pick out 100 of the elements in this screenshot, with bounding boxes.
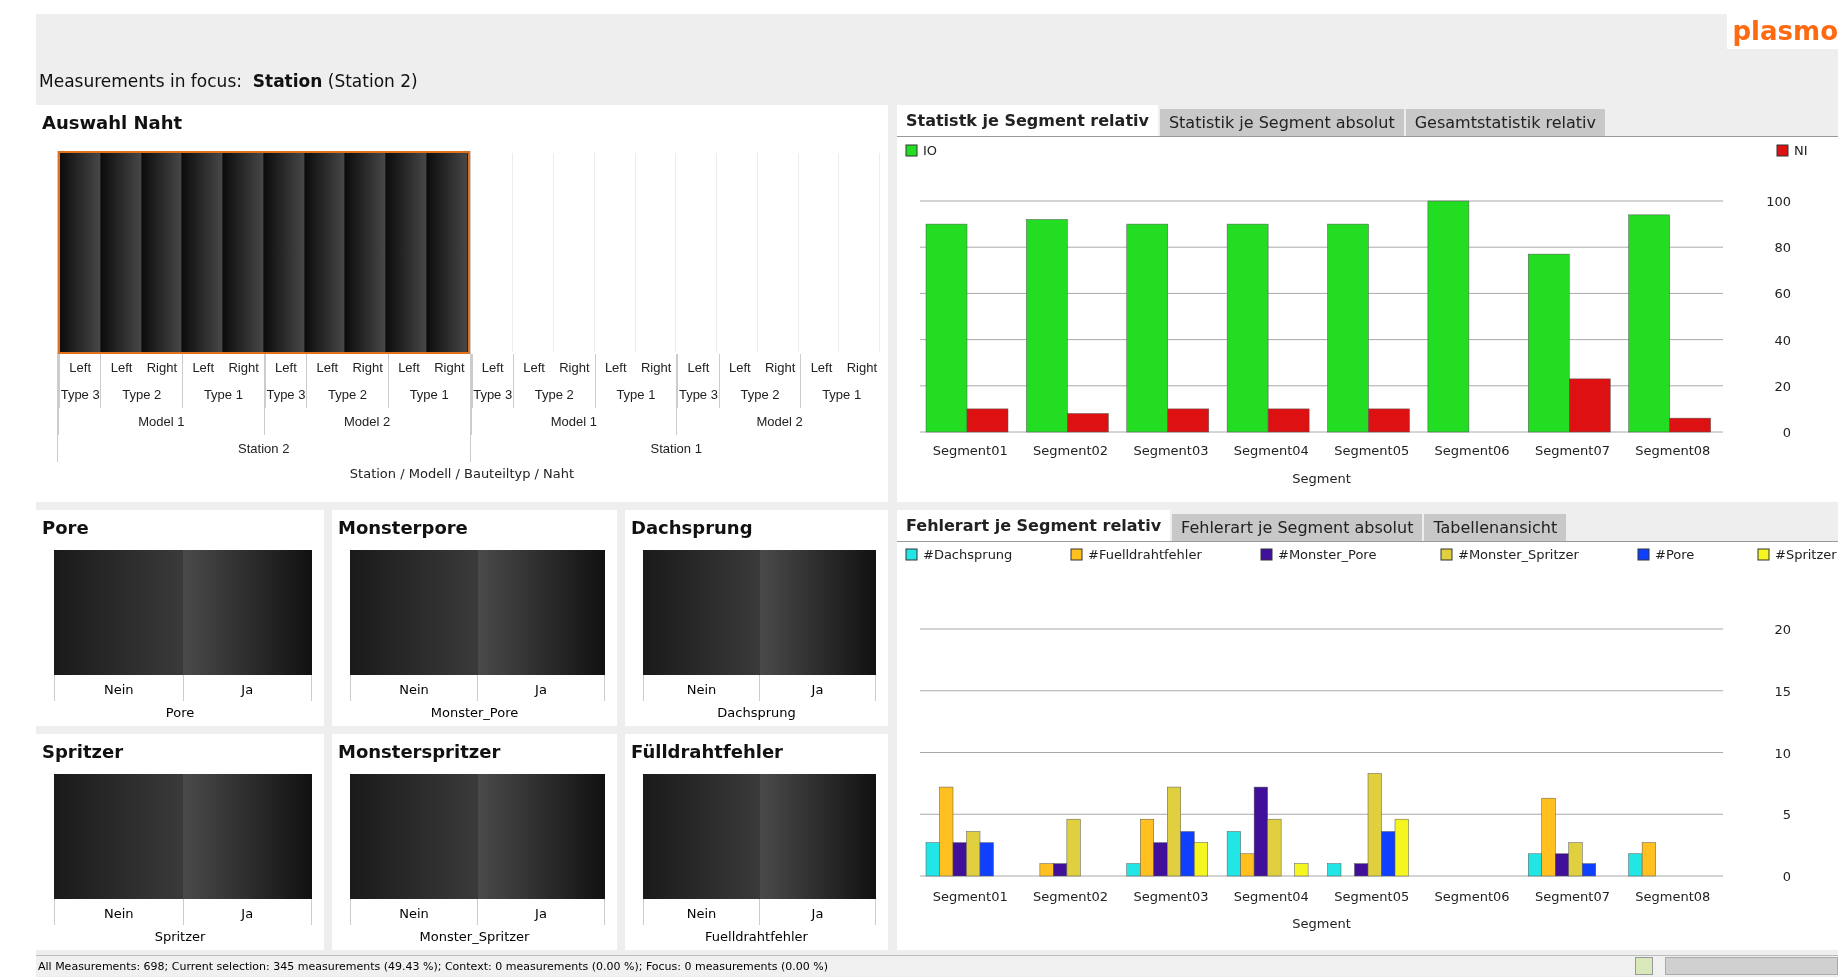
axis-tick-label: 20 bbox=[1774, 378, 1791, 394]
tab[interactable]: Statistk je Segment relativ bbox=[897, 105, 1158, 136]
status-text: All Measurements: 698; Current selection: 345 measurements (49.43 %); Context: 0 measurements (0.00 %); Focus: 0 measurements (0.00 %) bbox=[37, 959, 830, 973]
legend-label: #Fuelldrahtfehler bbox=[1088, 547, 1202, 562]
status-icon[interactable] bbox=[1635, 957, 1653, 975]
axis-category-label: Type 3 bbox=[265, 386, 307, 404]
axis-category-label: Ja bbox=[477, 675, 605, 701]
axis-category-label: Left bbox=[522, 359, 546, 377]
axis-category-label: Nein bbox=[643, 899, 759, 925]
axis-category-label: Type 3 bbox=[472, 386, 513, 404]
tab[interactable]: Gesamtstatistik relativ bbox=[1405, 109, 1605, 136]
axis-category-label: Segment03 bbox=[1133, 889, 1209, 904]
axis-category-label: Type 2 bbox=[533, 386, 575, 404]
axis-category-label: Station 2 bbox=[237, 440, 291, 458]
axis-category-label: Type 1 bbox=[615, 386, 657, 404]
axis-category-label: Right bbox=[639, 359, 673, 377]
axis-tick-label: 40 bbox=[1774, 332, 1791, 348]
axis-tick-label: 60 bbox=[1774, 286, 1791, 302]
legend-label: IO bbox=[923, 143, 938, 158]
legend-label: #Spritzer bbox=[1775, 547, 1837, 562]
seam-bar-drawing[interactable] bbox=[58, 151, 470, 354]
axis-category-label: Right bbox=[558, 359, 591, 377]
axis-tick-label: 15 bbox=[1774, 683, 1791, 699]
axis-category-label: Nein bbox=[643, 675, 759, 701]
axis-category-label: Type 2 bbox=[739, 386, 781, 404]
axis-category-label: Segment05 bbox=[1334, 443, 1410, 458]
axis-category-label: Type 1 bbox=[202, 386, 244, 404]
axis-category-label: Left bbox=[686, 359, 711, 377]
axis-title: Station / Modell / Bauteiltyp / Naht bbox=[348, 466, 576, 481]
axis-category-label: Ja bbox=[759, 675, 876, 701]
axis-category-label: Segment03 bbox=[1133, 443, 1209, 458]
axis-category-label: Right bbox=[433, 359, 466, 377]
axis-title: Spritzer bbox=[153, 929, 207, 944]
axis-category-label: Left bbox=[315, 359, 340, 377]
axis-title: Monster_Pore bbox=[429, 705, 520, 720]
tab[interactable]: Tabellenansicht bbox=[1424, 514, 1567, 541]
axis-title: Pore bbox=[164, 705, 196, 720]
axis-category-label: Ja bbox=[759, 899, 876, 925]
panel-title: Monsterpore bbox=[337, 516, 469, 538]
axis-title: Segment bbox=[1292, 471, 1351, 486]
axis-category-label: Type 1 bbox=[408, 386, 450, 404]
axis-category-label: Type 2 bbox=[121, 386, 163, 404]
axis-category-label: Segment08 bbox=[1635, 889, 1711, 904]
axis-category-label: Nein bbox=[350, 675, 477, 701]
axis-title: Monster_Spritzer bbox=[418, 929, 531, 944]
legend-label: #Monster_Pore bbox=[1278, 547, 1377, 562]
axis-category-label: Segment02 bbox=[1033, 889, 1109, 904]
axis-category-label: Left bbox=[397, 359, 421, 377]
axis-category-label: Segment04 bbox=[1233, 889, 1309, 904]
axis-title: Fuelldrahtfehler bbox=[704, 929, 809, 944]
axis-tick-label: 100 bbox=[1766, 194, 1791, 209]
axis-category-label: Left bbox=[191, 359, 216, 377]
axis-category-label: Ja bbox=[182, 675, 312, 701]
axis-category-label: Model 1 bbox=[549, 413, 598, 431]
axis-tick-label: 10 bbox=[1774, 745, 1791, 761]
axis-category-label: Nein bbox=[54, 899, 183, 925]
legend-label: #Pore bbox=[1655, 547, 1695, 562]
axis-category-label: Left bbox=[109, 359, 134, 377]
axis-category-label: Segment08 bbox=[1635, 443, 1711, 458]
axis-category-label: Ja bbox=[182, 899, 312, 925]
panel-title: Fülldrahtfehler bbox=[630, 740, 784, 762]
legend-label: NI bbox=[1794, 143, 1808, 158]
axis-category-label: Right bbox=[351, 359, 384, 377]
panel-title: Pore bbox=[41, 516, 90, 538]
axis-category-label: Segment01 bbox=[932, 443, 1008, 458]
axis-category-label: Segment07 bbox=[1534, 443, 1610, 458]
axis-category-label: Type 1 bbox=[821, 386, 863, 404]
axis-category-label: Segment06 bbox=[1434, 443, 1510, 458]
axis-tick-label: 5 bbox=[1782, 807, 1791, 823]
axis-category-label: Segment07 bbox=[1534, 889, 1610, 904]
axis-category-label: Left bbox=[603, 359, 628, 377]
axis-category-label: Type 2 bbox=[326, 386, 368, 404]
axis-category-label: Type 3 bbox=[60, 386, 101, 404]
axis-category-label: Station 1 bbox=[649, 440, 703, 458]
axis-category-label: Model 2 bbox=[755, 413, 804, 431]
axis-category-label: Right bbox=[145, 359, 179, 377]
axis-category-label: Ja bbox=[477, 899, 605, 925]
axis-category-label: Nein bbox=[350, 899, 477, 925]
panel-title: Spritzer bbox=[41, 740, 125, 762]
axis-tick-label: 20 bbox=[1774, 622, 1791, 637]
tab[interactable]: Fehlerart je Segment absolut bbox=[1172, 514, 1423, 541]
axis-category-label: Right bbox=[763, 359, 797, 377]
axis-category-label: Nein bbox=[54, 675, 183, 701]
axis-category-label: Right bbox=[227, 359, 260, 377]
axis-title: Segment bbox=[1292, 916, 1351, 931]
axis-category-label: Left bbox=[274, 359, 298, 377]
axis-category-label: Segment04 bbox=[1233, 443, 1309, 458]
axis-title: Dachsprung bbox=[716, 705, 797, 720]
axis-category-label: Left bbox=[809, 359, 834, 377]
logo: plasmo bbox=[1726, 14, 1838, 49]
axis-category-label: Right bbox=[845, 359, 878, 377]
legend-label: #Monster_Spritzer bbox=[1458, 547, 1579, 562]
axis-category-label: Type 3 bbox=[678, 386, 719, 404]
focus-line: Measurements in focus: Station (Station 2) bbox=[38, 71, 418, 93]
axis-category-label: Segment02 bbox=[1033, 443, 1109, 458]
axis-category-label: Model 1 bbox=[137, 413, 186, 431]
tab[interactable]: Fehlerart je Segment relativ bbox=[897, 510, 1171, 541]
axis-category-label: Left bbox=[68, 359, 92, 377]
panel-title: Monsterspritzer bbox=[337, 740, 502, 762]
tab[interactable]: Statistik je Segment absolut bbox=[1159, 109, 1404, 136]
